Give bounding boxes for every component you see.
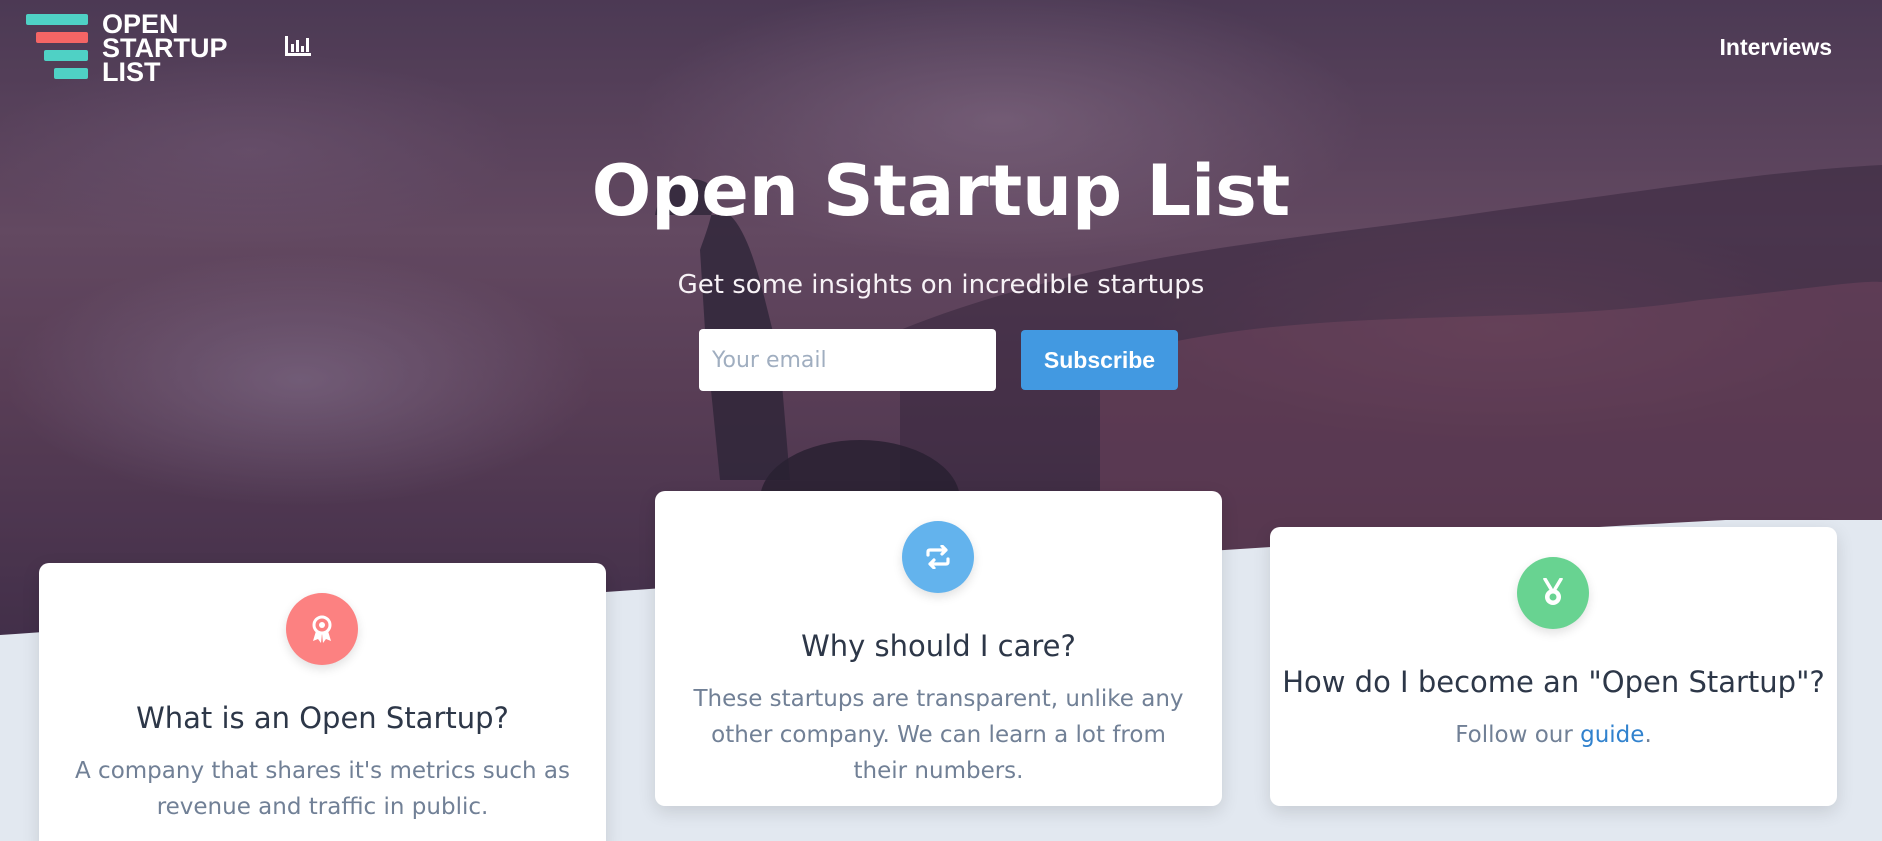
logo-bar-teal-2: [44, 50, 88, 61]
logo-text: OPEN STARTUP LIST: [102, 11, 228, 87]
card-description: A company that shares it's metrics such …: [75, 758, 570, 820]
card-description-suffix: .: [1644, 722, 1652, 748]
logo-bar-teal-1: [26, 14, 88, 25]
page: OPEN STARTUP LIST Interviews Open Startu…: [0, 0, 1882, 841]
bar-chart-icon[interactable]: [284, 34, 312, 58]
logo-mark-icon: [26, 12, 92, 84]
card-description: Follow our guide.: [1300, 717, 1807, 753]
card-how-become-open-startup: How do I become an "Open Startup"? Follo…: [1270, 527, 1837, 806]
card-why-care: Why should I care? These startups are tr…: [655, 491, 1222, 806]
card-title: What is an Open Startup?: [136, 701, 509, 735]
card-title: Why should I care?: [801, 629, 1076, 663]
subscribe-button[interactable]: Subscribe: [1021, 330, 1178, 390]
logo-line-3: LIST: [102, 57, 161, 87]
award-icon: [286, 593, 358, 665]
card-what-is-open-startup: What is an Open Startup? A company that …: [39, 563, 606, 841]
logo[interactable]: OPEN STARTUP LIST: [26, 11, 228, 87]
card-description: These startups are transparent, unlike a…: [693, 686, 1184, 784]
nav-link-interviews[interactable]: Interviews: [1720, 34, 1833, 61]
card-description-prefix: Follow our: [1455, 722, 1581, 748]
logo-bar-red: [36, 32, 88, 43]
repeat-icon: [902, 521, 974, 593]
hero-title: Open Startup List: [591, 150, 1291, 232]
guide-link[interactable]: guide: [1580, 722, 1644, 748]
email-input[interactable]: [699, 329, 996, 391]
medal-icon: [1517, 557, 1589, 629]
card-title: How do I become an "Open Startup"?: [1282, 665, 1825, 699]
hero-subtitle: Get some insights on incredible startups: [677, 270, 1205, 300]
logo-bar-teal-3: [54, 68, 88, 79]
